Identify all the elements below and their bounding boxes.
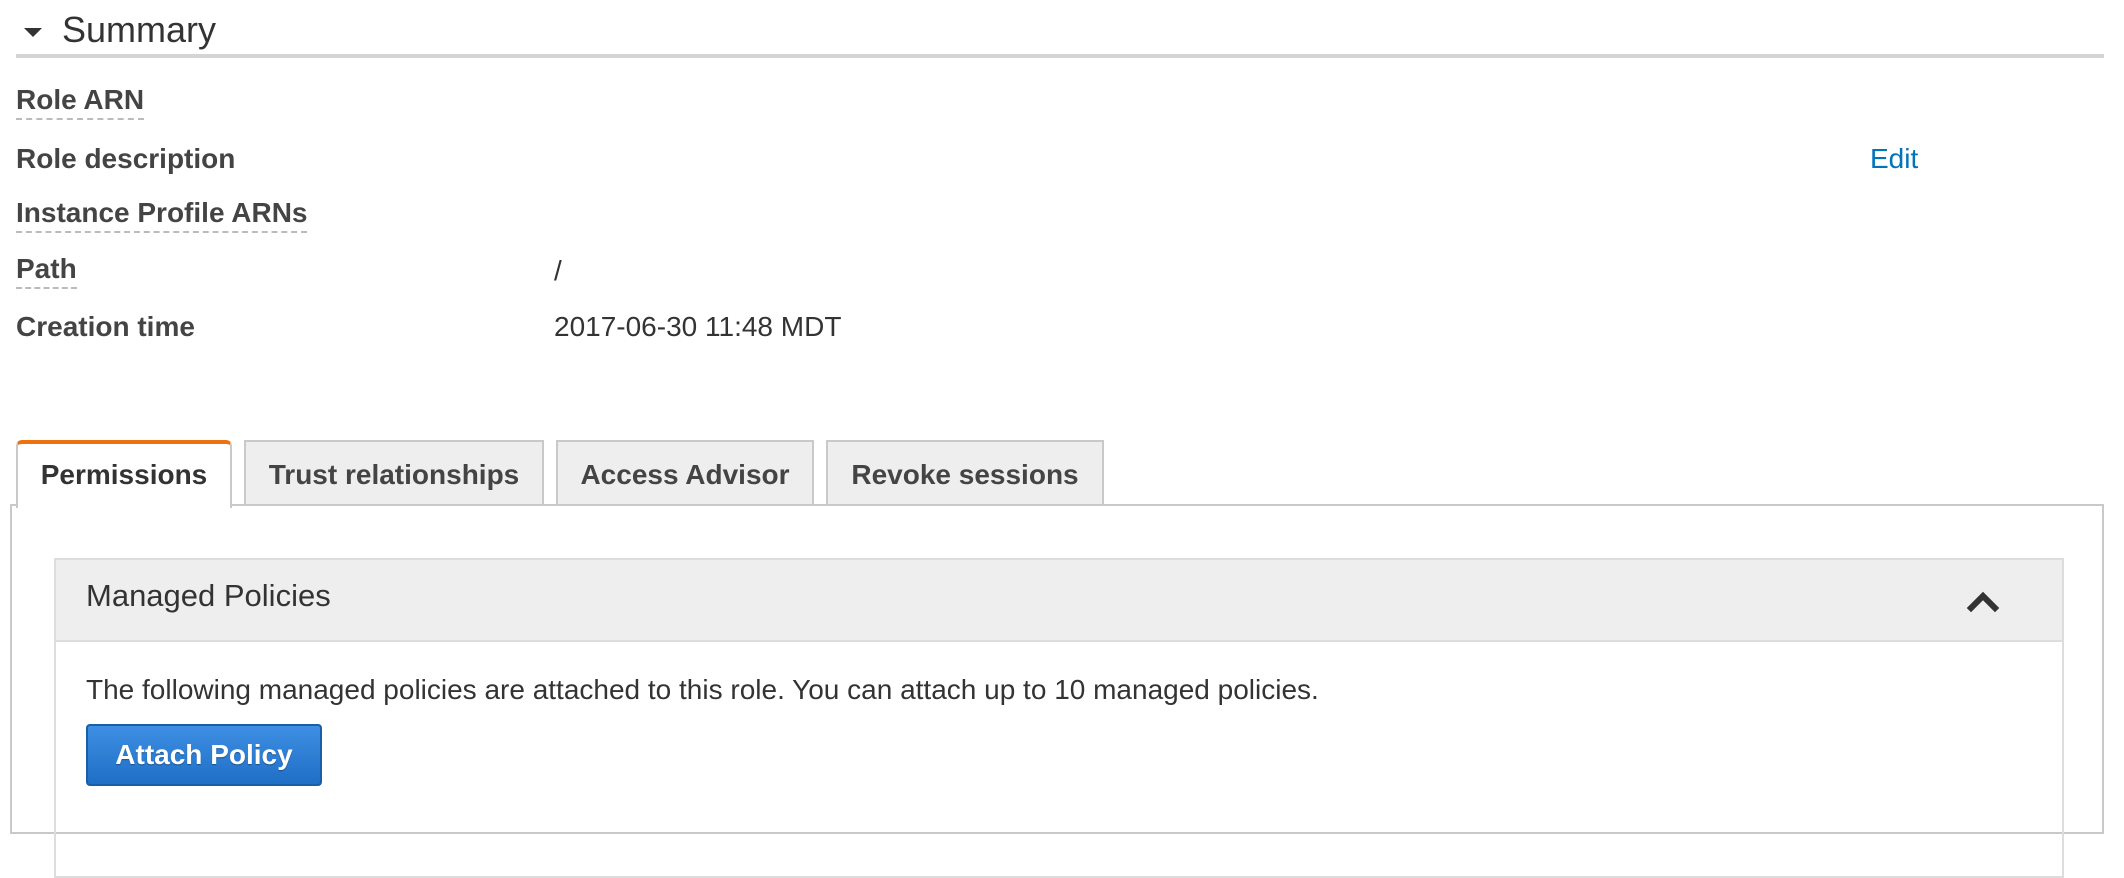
summary-row-creation-time: Creation time 2017-06-30 11:48 MDT — [16, 307, 2106, 347]
summary-row-instance-profile-arns: Instance Profile ARNs — [16, 195, 2106, 235]
permissions-panel: Managed Policies The following managed p… — [10, 504, 2104, 878]
creation-time-value: 2017-06-30 11:48 MDT — [554, 311, 842, 342]
tab-access-advisor[interactable]: Access Advisor — [556, 440, 814, 506]
instance-profile-arns-label[interactable]: Instance Profile ARNs — [16, 195, 308, 233]
summary-row-role-description: Role description Edit — [16, 139, 2106, 179]
path-value: / — [554, 255, 562, 286]
caret-down-icon[interactable] — [24, 28, 42, 37]
role-tabs: Permissions Trust relationships Access A… — [16, 440, 2106, 508]
managed-policies-description: The following managed policies are attac… — [86, 674, 1319, 705]
role-description-label: Role description — [16, 143, 236, 174]
summary-row-role-arn: Role ARN — [16, 82, 2106, 122]
managed-policies-header[interactable]: Managed Policies — [56, 560, 2062, 642]
tab-trust-relationships[interactable]: Trust relationships — [244, 440, 544, 506]
edit-description-link[interactable]: Edit — [1870, 139, 1918, 179]
summary-row-path: Path / — [16, 251, 2106, 291]
summary-header[interactable]: Summary — [16, 0, 2104, 58]
role-arn-label[interactable]: Role ARN — [16, 82, 145, 120]
summary-title: Summary — [62, 9, 217, 50]
tab-revoke-sessions[interactable]: Revoke sessions — [826, 440, 1104, 506]
attach-policy-button[interactable]: Attach Policy — [86, 724, 322, 786]
managed-policies-title: Managed Policies — [86, 578, 331, 613]
managed-policies-section: Managed Policies The following managed p… — [54, 558, 2064, 878]
chevron-up-icon[interactable] — [1966, 584, 2000, 618]
tab-permissions[interactable]: Permissions — [16, 440, 232, 508]
creation-time-label: Creation time — [16, 311, 195, 342]
path-label[interactable]: Path — [16, 251, 77, 289]
